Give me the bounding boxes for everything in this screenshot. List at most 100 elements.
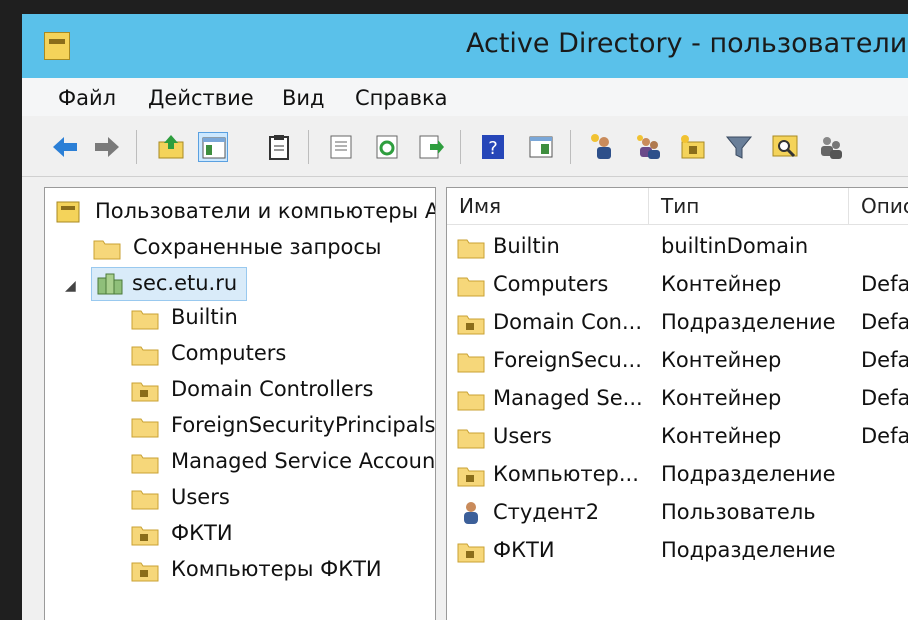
item-type: Пользователь <box>661 500 816 524</box>
domain-icon <box>96 272 124 295</box>
item-type: Подразделение <box>661 538 836 562</box>
menu-view[interactable]: Вид <box>282 86 325 110</box>
list-item[interactable]: Студент2 Пользователь <box>447 494 908 532</box>
action-pane-icon[interactable] <box>526 132 556 162</box>
folder-icon <box>131 486 159 510</box>
ou-icon <box>457 463 485 487</box>
toolbar-separator <box>570 130 571 164</box>
column-header-description[interactable]: Описание <box>849 188 908 224</box>
toolbar: ? <box>22 116 908 177</box>
new-ou-icon[interactable] <box>678 132 708 162</box>
list-item[interactable]: Computers Контейнер Default container fo… <box>447 266 908 304</box>
refresh-icon[interactable] <box>372 132 402 162</box>
tree-item-label: Domain Controllers <box>171 377 374 401</box>
folder-icon <box>131 342 159 366</box>
folder-icon <box>457 235 485 259</box>
item-description: Default container for upgraded computer … <box>861 272 908 296</box>
toolbar-separator <box>460 130 461 164</box>
app-icon <box>44 32 70 60</box>
item-type: Подразделение <box>661 462 836 486</box>
item-name: Users <box>493 424 552 448</box>
svg-text:?: ? <box>488 138 498 159</box>
tree-item-label: Users <box>171 485 230 509</box>
tree-item-label: Сохраненные запросы <box>133 235 382 259</box>
help-icon[interactable]: ? <box>478 132 508 162</box>
item-type: Контейнер <box>661 272 782 296</box>
tree-item-label: ФКТИ <box>171 521 233 545</box>
list-pane[interactable]: Имя Тип Описание Builtin builtinDomain C… <box>446 187 908 620</box>
column-header-name[interactable]: Имя <box>447 188 649 224</box>
item-name: Студент2 <box>493 500 600 524</box>
back-icon[interactable] <box>50 132 80 162</box>
filter-icon[interactable] <box>724 132 754 162</box>
item-name: Computers <box>493 272 609 296</box>
app-window: Active Directory - пользователи Файл Дей… <box>22 14 908 620</box>
folder-icon <box>131 306 159 330</box>
item-type: Контейнер <box>661 386 782 410</box>
ou-icon <box>457 311 485 335</box>
toolbar-separator <box>136 130 137 164</box>
item-name: Domain Con... <box>493 310 643 334</box>
folder-icon <box>457 273 485 297</box>
new-user-icon[interactable] <box>588 132 618 162</box>
ou-icon <box>131 522 159 546</box>
menu-bar: Файл Действие Вид Справка <box>22 78 908 116</box>
properties-icon[interactable] <box>326 132 356 162</box>
list-item[interactable]: Компьютер... Подразделение <box>447 456 908 494</box>
menu-file[interactable]: Файл <box>58 86 116 110</box>
item-description: Default container for managed service ac… <box>861 386 908 410</box>
folder-icon <box>131 414 159 438</box>
window-title: Active Directory - пользователи <box>466 28 908 59</box>
menu-action[interactable]: Действие <box>148 86 254 110</box>
title-bar[interactable]: Active Directory - пользователи <box>22 14 908 78</box>
folder-icon <box>457 387 485 411</box>
list-header: Имя Тип Описание <box>447 188 908 225</box>
item-type: Контейнер <box>661 424 782 448</box>
item-type: Подразделение <box>661 310 836 334</box>
item-name: ForeignSecu... <box>493 348 642 372</box>
list-item[interactable]: Managed Se... Контейнер Default containe… <box>447 380 908 418</box>
export-icon[interactable] <box>416 132 446 162</box>
item-name: Builtin <box>493 234 560 258</box>
find-icon[interactable] <box>770 132 800 162</box>
clipboard-icon[interactable] <box>264 132 294 162</box>
add-to-group-icon[interactable] <box>816 132 846 162</box>
tree-item-label: ForeignSecurityPrincipals <box>171 413 436 437</box>
item-type: Контейнер <box>661 348 782 372</box>
forward-icon[interactable] <box>92 132 122 162</box>
list-item[interactable]: Users Контейнер Default container for up… <box>447 418 908 456</box>
list-item[interactable]: Builtin builtinDomain <box>447 228 908 266</box>
item-description: Default container for domain controllers <box>861 310 908 334</box>
tree-item-label: Managed Service Accounts <box>171 449 436 473</box>
list-item[interactable]: Domain Con... Подразделение Default cont… <box>447 304 908 342</box>
folder-icon <box>457 349 485 373</box>
tree-item-label: Builtin <box>171 305 238 329</box>
folder-icon <box>457 425 485 449</box>
column-header-type[interactable]: Тип <box>649 188 849 224</box>
new-group-icon[interactable] <box>634 132 664 162</box>
user-icon <box>457 501 485 525</box>
item-name: Managed Se... <box>493 386 643 410</box>
item-description: Default container for security identifie… <box>861 348 908 372</box>
list-item[interactable]: ФКТИ Подразделение <box>447 532 908 570</box>
tree-item-label: Компьютеры ФКТИ <box>171 557 382 581</box>
snapin-icon <box>55 200 83 223</box>
folder-icon <box>131 450 159 474</box>
tree-item-domain[interactable]: sec.etu.ru <box>91 267 247 301</box>
show-tree-icon[interactable] <box>198 132 228 162</box>
tree-item-label: Computers <box>171 341 287 365</box>
list-item[interactable]: ForeignSecu... Контейнер Default contain… <box>447 342 908 380</box>
up-icon[interactable] <box>156 132 186 162</box>
folder-icon <box>93 236 121 260</box>
tree-pane[interactable]: Пользователи и компьютеры Active Directo… <box>44 187 436 620</box>
collapse-arrow-icon[interactable]: ◢ <box>65 278 76 294</box>
tree-item-label: sec.etu.ru <box>132 271 238 295</box>
ou-icon <box>131 378 159 402</box>
ou-icon <box>131 558 159 582</box>
item-name: Компьютер... <box>493 462 639 486</box>
menu-help[interactable]: Справка <box>355 86 448 110</box>
tree-root-label: Пользователи и компьютеры Active Directo… <box>95 199 435 223</box>
ou-icon <box>457 539 485 563</box>
item-type: builtinDomain <box>661 234 809 258</box>
item-name: ФКТИ <box>493 538 555 562</box>
